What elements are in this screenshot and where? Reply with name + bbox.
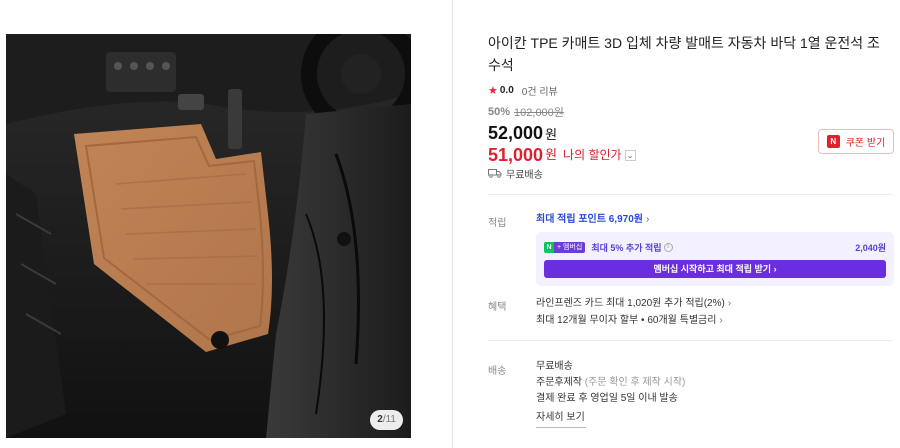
membership-info-row: N + 멤버십 최대 5% 추가 적립 i 2,040원 — [544, 240, 886, 254]
section-divider — [488, 194, 892, 195]
chevron-down-icon[interactable]: ⌄ — [624, 149, 636, 161]
shipping-summary-text: 무료배송 — [506, 169, 543, 181]
my-price-label: 나의 할인가 — [563, 148, 622, 162]
installment-benefit-link[interactable]: 최대 12개월 무이자 할부 • 60개월 특별금리 › — [536, 314, 723, 328]
membership-start-button[interactable]: 멤버십 시작하고 최대 적립 받기 › — [544, 260, 886, 278]
chevron-right-icon: › — [645, 214, 650, 225]
star-icon: ★ — [488, 84, 498, 97]
delivery-dispatch: 결제 완료 후 영업일 5일 이내 발송 — [536, 393, 678, 404]
panel-divider — [452, 0, 453, 448]
made-to-order-note: (주문 확인 후 제작 시작) — [584, 377, 686, 388]
card-benefit-link[interactable]: 라인프렌즈 카드 최대 1,020원 추가 적립(2%) › — [536, 297, 731, 311]
image-counter: 2/11 — [370, 410, 403, 430]
delivery-made-to-order: 주문후제작 (주문 확인 후 제작 시작) — [536, 376, 685, 390]
max-points-text: 최대 적립 포인트 6,970원 — [536, 214, 643, 225]
membership-extra-points: 최대 5% 추가 적립 — [591, 242, 662, 253]
rating-value: 0.0 — [499, 84, 514, 96]
original-price: 102,000원 — [514, 107, 564, 119]
card-benefit-text: 라인프렌즈 카드 최대 1,020원 추가 적립(2%) — [536, 298, 725, 309]
membership-box: N + 멤버십 최대 5% 추가 적립 i 2,040원 멤버십 시작하고 최대… — [536, 232, 894, 286]
membership-points-amount: 2,040원 — [855, 242, 886, 253]
max-points-link[interactable]: 최대 적립 포인트 6,970원 › — [536, 213, 649, 227]
image-counter-total: /11 — [382, 414, 396, 425]
car-floor-mat-image — [6, 34, 411, 438]
product-title: 아이칸 TPE 카매트 3D 입체 차량 발매트 자동차 바닥 1열 운전석 조… — [488, 35, 880, 73]
my-price-amount: 51,000 — [488, 145, 544, 165]
my-price-unit: 원 — [545, 147, 558, 162]
review-count-link[interactable]: 0건 리뷰 — [522, 83, 558, 98]
benefits-section-label: 혜택 — [488, 302, 507, 313]
naver-plus-badge-icon: N + 멤버십 — [544, 241, 586, 253]
installment-benefit-text: 최대 12개월 무이자 할부 • 60개월 특별금리 — [536, 315, 717, 326]
discount-rate: 50% — [488, 106, 511, 118]
naver-n-icon: N — [544, 241, 554, 253]
info-icon[interactable]: i — [663, 242, 673, 252]
chevron-right-icon: › — [719, 315, 723, 326]
coupon-button-label: 쿠폰 받기 — [845, 138, 886, 149]
original-price-row: 50% 102,000원 — [488, 104, 892, 120]
product-photo[interactable]: 2/11 — [6, 34, 411, 438]
naver-n-icon: N — [826, 135, 840, 148]
delivery-free: 무료배송 — [536, 361, 573, 372]
membership-badge-label: + 멤버십 — [554, 241, 586, 253]
shipping-summary: 무료배송 — [488, 166, 543, 181]
delivery-detail-button[interactable]: 자세히 보기 — [536, 410, 586, 428]
section-divider — [488, 340, 892, 341]
chevron-right-icon: › — [727, 298, 732, 309]
delivery-section-label: 배송 — [488, 366, 507, 377]
sale-price-amount: 52,000 — [488, 123, 544, 143]
made-to-order-text: 주문후제작 — [536, 377, 582, 388]
coupon-button[interactable]: N 쿠폰 받기 — [818, 129, 894, 154]
sale-price-unit: 원 — [545, 127, 558, 142]
truck-icon — [488, 169, 502, 178]
rating-row[interactable]: ★ 0.0 0건 리뷰 — [488, 82, 892, 98]
points-section-label: 적립 — [488, 218, 507, 229]
